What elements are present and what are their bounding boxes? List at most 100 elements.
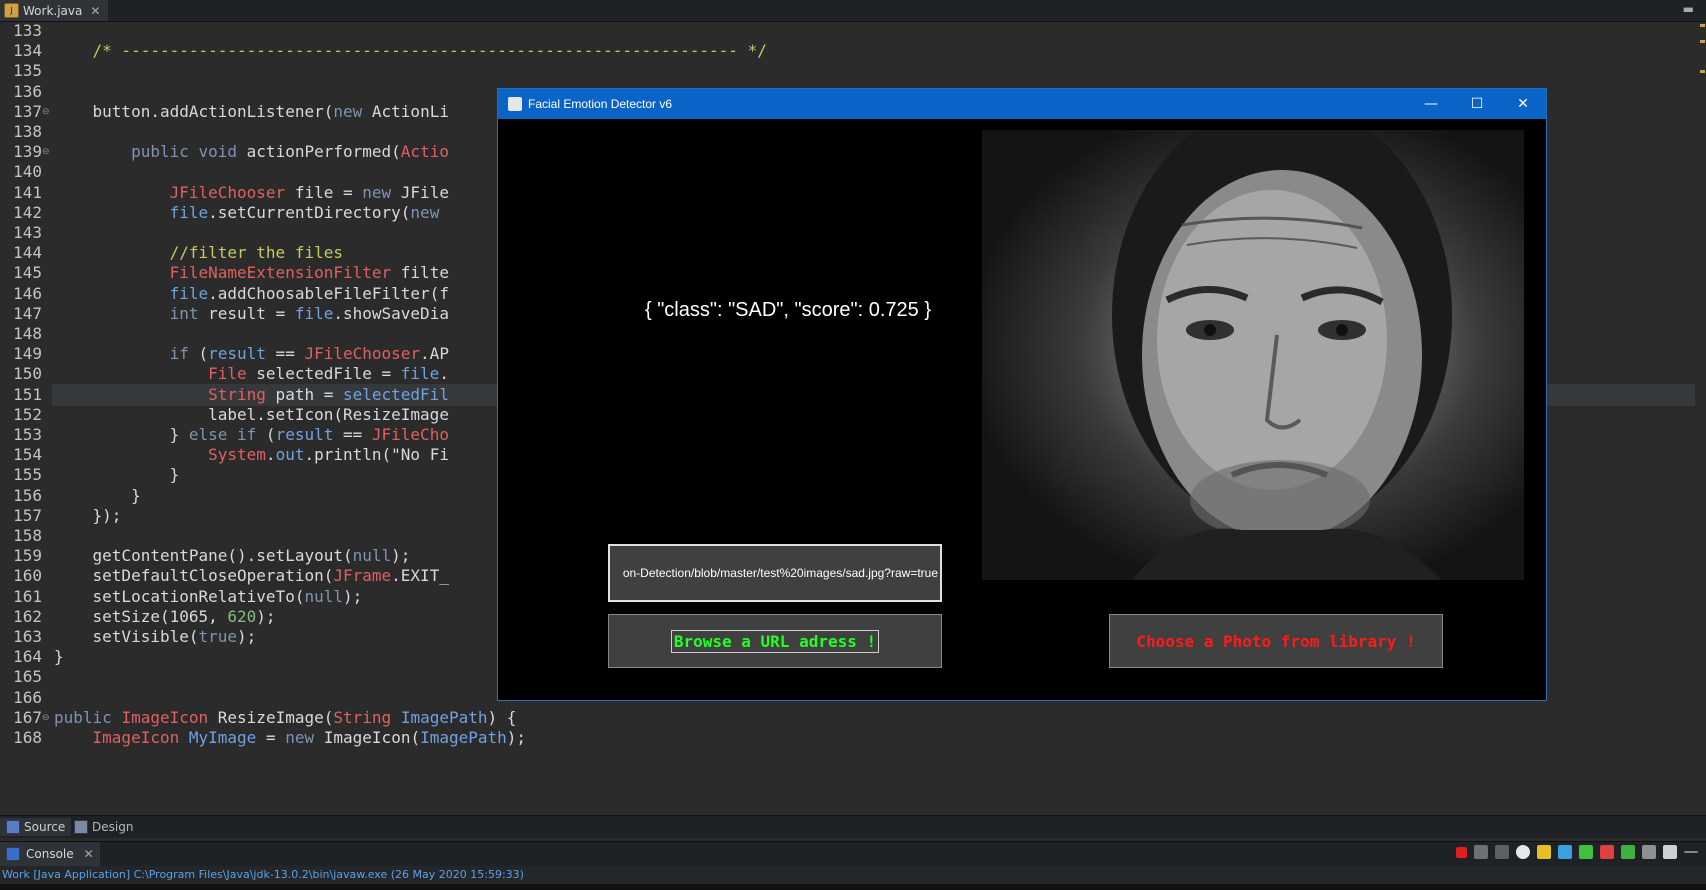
code-line: FileNameExtensionFilter filte xyxy=(169,263,449,283)
line-number: 153 xyxy=(13,425,42,444)
code-line: /* -------------------------------------… xyxy=(54,41,767,61)
code-line: getContentPane().setLayout(null); xyxy=(54,546,411,566)
code-line: setDefaultCloseOperation(JFrame.EXIT_ xyxy=(54,566,449,586)
code-line: } xyxy=(54,647,64,667)
minimize-button[interactable]: — xyxy=(1408,89,1454,119)
line-number: 165 xyxy=(13,667,42,687)
line-number: 140 xyxy=(13,162,42,182)
console-icon xyxy=(6,847,20,861)
tab-source-label: Source xyxy=(24,820,66,834)
line-number: 138 xyxy=(13,122,42,141)
show-stderr-icon[interactable] xyxy=(1600,845,1614,859)
display-console-icon[interactable] xyxy=(1642,845,1656,859)
line-number: 160 xyxy=(13,566,42,586)
code-line: } else if (result == JFileCho xyxy=(54,425,449,444)
code-line: } xyxy=(54,465,180,485)
minimize-editor-icon[interactable]: ▬ xyxy=(1683,2,1694,16)
word-wrap-icon[interactable] xyxy=(1558,845,1572,859)
close-button[interactable]: ✕ xyxy=(1500,89,1546,119)
code-line: public void actionPerformed(Actio xyxy=(131,142,449,162)
line-number: 144 xyxy=(13,243,42,263)
portrait-photo xyxy=(982,130,1524,580)
editor-mode-bar: Source Design xyxy=(0,815,1706,838)
line-number: 148 xyxy=(13,324,42,343)
editor-tab-label: Work.java xyxy=(23,3,83,18)
window-title: Facial Emotion Detector v6 xyxy=(528,97,673,111)
code-line: if (result == JFileChooser.AP xyxy=(169,344,449,364)
maximize-button[interactable]: ☐ xyxy=(1454,89,1500,119)
code-line: ImageIcon MyImage = new ImageIcon(ImageP… xyxy=(92,728,527,747)
editor-tab-bar: J Work.java ✕ ▬ xyxy=(0,0,1706,22)
open-console-icon[interactable] xyxy=(1663,845,1677,859)
window-title-bar[interactable]: Facial Emotion Detector v6 — ☐ ✕ xyxy=(498,89,1546,119)
line-number: 156 xyxy=(13,485,42,505)
line-number: 145 xyxy=(13,263,42,283)
code-line: System.out.println("No Fi xyxy=(208,445,449,465)
code-line: //filter the files xyxy=(169,243,343,263)
console-toolbar xyxy=(1456,845,1698,859)
tab-console[interactable]: Console ✕ xyxy=(0,842,100,866)
code-line: label.setIcon(ResizeImage xyxy=(54,404,449,424)
line-number-gutter: 133 134 135 136 137 ⊖ 138 139 ⊖ 140 141 142 143 144 14… xyxy=(0,22,50,810)
minimize-console-icon[interactable] xyxy=(1684,851,1698,853)
tab-console-label: Console xyxy=(26,847,74,861)
portrait-photo-drawing xyxy=(1112,130,1452,580)
code-line: int result = file.showSaveDia xyxy=(169,303,449,323)
close-console-icon[interactable]: ✕ xyxy=(84,847,94,861)
java-file-icon: J xyxy=(4,3,19,18)
line-number: 142 xyxy=(13,202,42,222)
clear-console-icon[interactable] xyxy=(1516,845,1530,859)
line-number: 151 xyxy=(13,384,42,404)
editor-tab-work-java[interactable]: J Work.java ✕ xyxy=(0,0,109,21)
java-app-icon xyxy=(508,97,522,111)
code-line: String path = selectedFil xyxy=(208,384,449,404)
source-icon xyxy=(6,820,20,834)
line-number: 157 xyxy=(13,505,42,525)
remove-all-icon[interactable] xyxy=(1495,845,1509,859)
console-view-bar: Console ✕ xyxy=(0,841,1706,866)
code-line: setSize(1065, 620); xyxy=(54,606,276,626)
tab-design-label: Design xyxy=(92,820,134,834)
console-status-text: Work [Java Application] C:\Program Files… xyxy=(0,866,1706,884)
code-line: JFileChooser file = new JFile xyxy=(169,182,449,202)
line-number: 136 xyxy=(13,81,42,101)
url-input[interactable]: on-Detection/blob/master/test%20images/s… xyxy=(608,544,942,602)
emotion-result-label: { "class": "SAD", "score": 0.725 } xyxy=(644,299,932,321)
line-number: 158 xyxy=(13,526,42,545)
fold-toggle-icon[interactable]: ⊖ xyxy=(42,147,50,157)
tab-source[interactable]: Source xyxy=(0,818,72,836)
line-number: 135 xyxy=(13,61,42,81)
pin-console-icon[interactable] xyxy=(1621,845,1635,859)
choose-photo-button[interactable]: Choose a Photo from library ! xyxy=(1109,614,1443,668)
browse-url-button[interactable]: Browse a URL adress ! xyxy=(608,614,942,668)
design-icon xyxy=(74,820,88,834)
remove-launch-icon[interactable] xyxy=(1474,845,1488,859)
scroll-lock-icon[interactable] xyxy=(1537,845,1551,859)
tab-design[interactable]: Design xyxy=(68,818,139,836)
browse-url-label: Browse a URL adress ! xyxy=(670,629,880,653)
line-number: 159 xyxy=(13,546,42,566)
line-number: 149 xyxy=(13,344,42,364)
code-line: public ImageIcon ResizeImage(String Imag… xyxy=(54,707,517,727)
show-stdout-icon[interactable] xyxy=(1579,845,1593,859)
line-number: 163 xyxy=(13,627,42,646)
fold-toggle-icon[interactable]: ⊖ xyxy=(42,107,50,117)
line-number: 141 xyxy=(13,182,42,202)
line-number: 154 xyxy=(13,445,42,465)
line-number: 137 xyxy=(13,101,42,121)
line-number: 150 xyxy=(13,364,42,384)
overview-ruler[interactable] xyxy=(1700,22,1706,722)
terminate-icon[interactable] xyxy=(1456,846,1467,858)
close-tab-icon[interactable]: ✕ xyxy=(90,4,100,18)
code-line: button.addActionListener(new ActionLi xyxy=(54,101,449,121)
code-line: file.setCurrentDirectory(new xyxy=(169,202,440,222)
code-line: File selectedFile = file. xyxy=(208,364,449,384)
facial-emotion-detector-window: Facial Emotion Detector v6 — ☐ ✕ { "clas… xyxy=(497,88,1547,701)
line-number: 161 xyxy=(13,586,42,606)
line-number: 134 xyxy=(13,41,42,61)
line-number: 147 xyxy=(13,303,42,323)
code-line: setLocationRelativeTo(null); xyxy=(54,586,363,606)
fold-toggle-icon[interactable]: ⊖ xyxy=(42,713,50,723)
line-number: 143 xyxy=(13,223,42,242)
line-number: 155 xyxy=(13,465,42,485)
